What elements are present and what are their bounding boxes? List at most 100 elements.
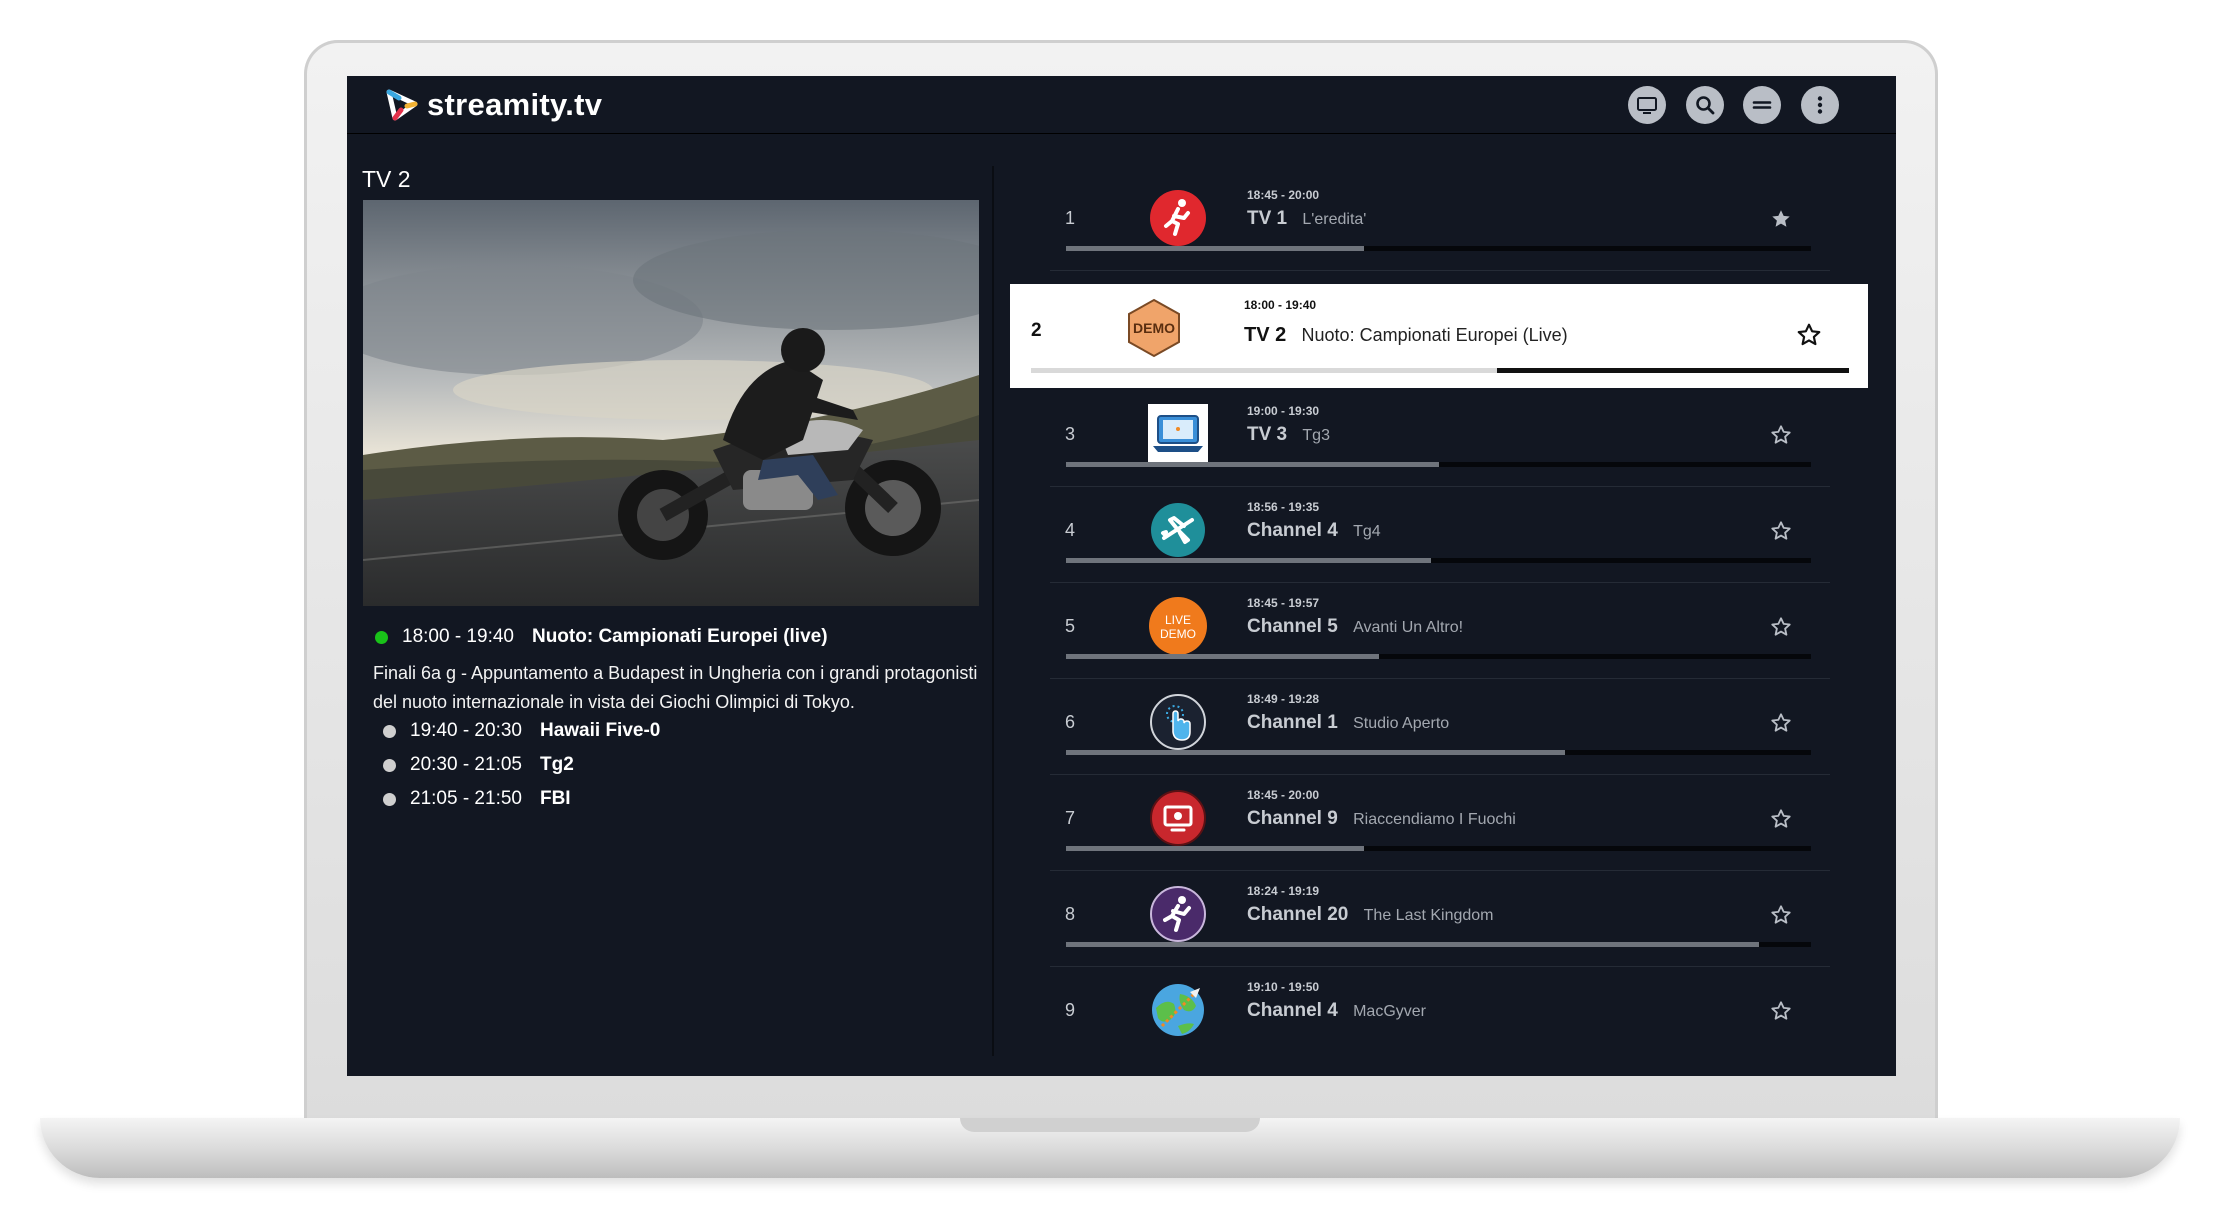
globe-plane-icon xyxy=(1152,984,1204,1036)
channel-program: The Last Kingdom xyxy=(1363,907,1494,924)
next-time: 20:30 - 21:05 xyxy=(410,754,522,775)
channel-program: MacGyver xyxy=(1353,1003,1426,1020)
star-outline-icon[interactable] xyxy=(1770,1000,1792,1022)
plane-teal-icon xyxy=(1151,503,1205,557)
epg-next-item[interactable]: 20:30 - 21:05 Tg2 xyxy=(383,754,574,776)
tv-icon xyxy=(1637,97,1657,114)
app-logo[interactable]: streamity.tv xyxy=(385,87,603,122)
live-demo-text: LIVE xyxy=(1165,613,1191,627)
channel-row-selected[interactable]: 2 DEMO 18:00 - 19:40 TV 2 Nuoto: Campion… xyxy=(1010,284,1868,388)
menu-icon xyxy=(1752,101,1772,109)
search-button[interactable] xyxy=(1686,86,1724,124)
channel-info: TV 3 Tg3 xyxy=(1247,424,1330,446)
progress-bar xyxy=(1066,558,1811,563)
video-preview[interactable] xyxy=(363,200,979,606)
progress-fill xyxy=(1031,368,1498,373)
next-time: 19:40 - 20:30 xyxy=(410,720,522,741)
laptop-notch xyxy=(960,1118,1260,1132)
progress-fill xyxy=(1066,462,1439,467)
channel-number: 3 xyxy=(1065,424,1076,444)
channel-program: Nuoto: Campionati Europei (Live) xyxy=(1301,325,1568,345)
channel-time: 19:10 - 19:50 xyxy=(1247,980,1320,994)
logo-text: streamity.tv xyxy=(427,87,603,122)
runner-red-icon xyxy=(1150,190,1206,246)
hand-pointer-icon xyxy=(1150,694,1206,750)
live-demo-text-2: DEMO xyxy=(1160,627,1196,641)
channel-row[interactable]: 8 18:24 - 19:19 Channel 20 The Last King… xyxy=(1050,870,1830,967)
channel-program: Studio Aperto xyxy=(1353,715,1450,732)
channel-row[interactable]: 7 18:45 - 20:00 Channel 9 Riaccendiamo I… xyxy=(1050,774,1830,871)
progress-bar xyxy=(1066,462,1811,467)
motorcycle-image xyxy=(363,200,979,606)
channel-time: 18:00 - 19:40 xyxy=(1244,298,1317,312)
star-outline-icon[interactable] xyxy=(1796,322,1822,348)
channel-program: Tg4 xyxy=(1353,523,1381,540)
star-outline-icon[interactable] xyxy=(1770,904,1792,926)
channel-name: TV 1 xyxy=(1247,208,1288,229)
progress-fill xyxy=(1066,750,1566,755)
menu-button[interactable] xyxy=(1743,86,1781,124)
upcoming-indicator xyxy=(383,792,396,806)
pane-divider xyxy=(992,166,994,1056)
channel-row[interactable]: 6 18:49 - 19:28 Channel 1 Studio Aperto xyxy=(1050,678,1830,775)
channel-info: Channel 9 Riaccendiamo I Fuochi xyxy=(1247,808,1516,830)
progress-fill xyxy=(1066,846,1364,851)
demo-badge-text: DEMO xyxy=(1133,320,1175,336)
progress-fill xyxy=(1066,942,1759,947)
channel-info: Channel 4 Tg4 xyxy=(1247,520,1381,542)
live-indicator xyxy=(375,630,388,644)
tv-button[interactable] xyxy=(1628,86,1666,124)
live-demo-icon: LIVE DEMO xyxy=(1149,597,1207,655)
demo-badge-icon: DEMO xyxy=(1128,298,1180,358)
channel-program: Tg3 xyxy=(1302,427,1330,444)
progress-bar xyxy=(1066,654,1811,659)
channel-number: 7 xyxy=(1065,808,1076,828)
next-program: FBI xyxy=(539,788,571,809)
next-program: Tg2 xyxy=(539,754,574,775)
star-outline-icon[interactable] xyxy=(1770,520,1792,542)
star-outline-icon[interactable] xyxy=(1770,424,1792,446)
now-program: Nuoto: Campionati Europei (live) xyxy=(531,626,828,647)
app-screen: streamity.tv TV 2 18:00 - 19:40 Nuoto: C… xyxy=(347,76,1896,1076)
search-icon xyxy=(1696,96,1715,115)
channel-time: 18:49 - 19:28 xyxy=(1247,692,1320,706)
channel-program: Riaccendiamo I Fuochi xyxy=(1353,811,1516,828)
next-time: 21:05 - 21:50 xyxy=(410,788,522,809)
channel-name: TV 3 xyxy=(1247,424,1288,445)
star-outline-icon[interactable] xyxy=(1770,712,1792,734)
channel-number: 9 xyxy=(1065,1000,1076,1020)
star-filled-icon[interactable] xyxy=(1770,208,1792,230)
channel-number: 5 xyxy=(1065,616,1076,636)
progress-fill xyxy=(1066,558,1432,563)
progress-fill xyxy=(1066,246,1364,251)
channel-program: Avanti Un Altro! xyxy=(1353,619,1464,636)
channel-row[interactable]: 4 18:56 - 19:35 Channel 4 Tg4 xyxy=(1050,486,1830,583)
channel-row[interactable]: 1 18:45 - 20:00 TV 1 L'eredita' xyxy=(1050,174,1830,271)
channel-name: Channel 4 xyxy=(1247,520,1338,541)
channel-time: 19:00 - 19:30 xyxy=(1247,404,1320,418)
epg-next-item[interactable]: 19:40 - 20:30 Hawaii Five-0 xyxy=(383,720,660,742)
progress-bar xyxy=(1066,246,1811,251)
monitor-red-icon xyxy=(1150,790,1206,846)
channel-name: Channel 5 xyxy=(1247,616,1338,637)
progress-bar xyxy=(1066,846,1811,851)
star-outline-icon[interactable] xyxy=(1770,616,1792,638)
current-channel-title: TV 2 xyxy=(362,166,411,192)
channel-name: Channel 1 xyxy=(1247,712,1338,733)
upcoming-indicator xyxy=(383,758,396,772)
laptop-blue-icon xyxy=(1148,404,1208,464)
channel-row[interactable]: 3 19:00 - 19:30 TV 3 Tg3 xyxy=(1050,390,1830,487)
channel-row[interactable]: 5 LIVE DEMO 18:45 - 19:57 Channel 5 Avan… xyxy=(1050,582,1830,679)
channel-time: 18:45 - 20:00 xyxy=(1247,788,1320,802)
channel-name: Channel 4 xyxy=(1247,1000,1338,1021)
progress-bar xyxy=(1031,368,1849,373)
channel-time: 18:56 - 19:35 xyxy=(1247,500,1320,514)
more-button[interactable] xyxy=(1801,86,1839,124)
runner-purple-icon xyxy=(1150,886,1206,942)
channel-number: 2 xyxy=(1031,320,1042,341)
star-outline-icon[interactable] xyxy=(1770,808,1792,830)
now-time: 18:00 - 19:40 xyxy=(402,626,514,647)
channel-row[interactable]: 9 19:10 - 19:50 Channel 4 MacGyver xyxy=(1050,966,1830,1062)
epg-next-item[interactable]: 21:05 - 21:50 FBI xyxy=(383,788,571,810)
channel-info: Channel 4 MacGyver xyxy=(1247,1000,1426,1022)
